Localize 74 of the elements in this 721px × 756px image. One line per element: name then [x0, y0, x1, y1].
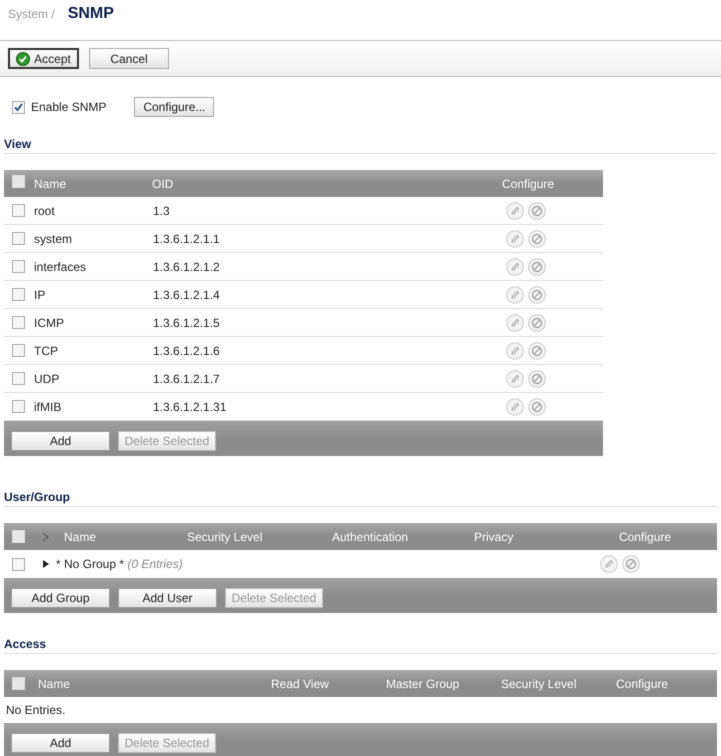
section-heading: User/Group	[4, 490, 70, 504]
checkbox[interactable]	[12, 558, 25, 570]
column-header: Name	[34, 176, 68, 192]
table-cell-text: 1.3.6.1.2.1.4	[153, 286, 221, 304]
table-cell-text: 1.3.6.1.2.1.31	[153, 398, 228, 416]
edit-icon[interactable]	[506, 342, 524, 360]
empty-message: No Entries.	[6, 702, 66, 719]
column-header: Name	[38, 676, 72, 692]
table-cell-text: 1.3.6.1.2.1.7	[153, 370, 221, 388]
page-title: SNMP	[68, 4, 114, 24]
delete-icon[interactable]	[528, 258, 546, 276]
button[interactable]: Accept	[8, 48, 79, 69]
table-cell-text: * No Group * (0 Entries)	[56, 556, 184, 573]
button[interactable]: Add User	[118, 588, 217, 608]
checkbox[interactable]	[12, 100, 25, 114]
delete-icon[interactable]	[528, 202, 546, 220]
delete-icon[interactable]	[528, 230, 546, 248]
column-header: Master Group	[386, 676, 460, 692]
checkbox[interactable]	[12, 372, 25, 385]
checkbox-label: Enable SNMP	[31, 99, 106, 116]
edit-icon[interactable]	[506, 230, 524, 248]
checkbox[interactable]	[12, 344, 25, 357]
edit-icon[interactable]	[506, 286, 524, 304]
table-cell-text: root	[34, 202, 56, 220]
button[interactable]: Cancel	[89, 48, 169, 69]
column-header: Configure	[502, 176, 554, 192]
delete-icon[interactable]	[528, 286, 546, 304]
table-cell-text: 1.3	[153, 202, 171, 220]
edit-icon[interactable]	[506, 370, 524, 388]
table-cell-text: ICMP	[34, 314, 65, 332]
button[interactable]: Add	[11, 733, 110, 753]
checkbox[interactable]	[12, 400, 25, 413]
section-heading: Access	[4, 637, 46, 651]
delete-icon[interactable]	[528, 342, 546, 360]
delete-icon[interactable]	[622, 555, 640, 573]
table-cell-text: UDP	[34, 370, 60, 388]
section-heading: View	[4, 137, 32, 151]
table-cell-text: interfaces	[34, 258, 88, 276]
delete-icon[interactable]	[528, 398, 546, 416]
edit-icon[interactable]	[506, 398, 524, 416]
column-header: Privacy	[474, 528, 514, 546]
column-header: Configure	[619, 528, 672, 546]
checkbox[interactable]	[12, 316, 25, 329]
table-cell-text: 1.3.6.1.2.1.1	[153, 230, 221, 248]
table-cell-text: TCP	[34, 342, 59, 360]
edit-icon[interactable]	[506, 314, 524, 332]
delete-icon[interactable]	[528, 370, 546, 388]
table-cell-text: 1.3.6.1.2.1.2	[153, 258, 221, 276]
checkbox[interactable]	[12, 260, 25, 273]
table-cell-text: ifMIB	[34, 398, 62, 416]
checkbox[interactable]	[12, 288, 25, 301]
column-header: Configure	[616, 676, 668, 692]
button[interactable]: Add Group	[11, 588, 110, 608]
edit-icon[interactable]	[506, 202, 524, 220]
column-header: Name	[64, 528, 98, 546]
checkbox[interactable]	[12, 232, 25, 245]
edit-icon[interactable]	[600, 555, 618, 573]
delete-icon[interactable]	[528, 314, 546, 332]
expand-icon[interactable]	[42, 559, 50, 569]
table-cell-text: 1.3.6.1.2.1.6	[153, 342, 221, 360]
check-icon	[16, 52, 30, 66]
table-cell-text: system	[34, 230, 74, 248]
checkbox[interactable]	[12, 204, 25, 217]
button[interactable]: Configure...	[134, 97, 214, 117]
column-header: OID	[152, 176, 174, 192]
column-header: Security Level	[501, 676, 578, 692]
breadcrumb: System /	[8, 6, 55, 23]
column-header: Security Level	[187, 528, 264, 546]
edit-icon[interactable]	[506, 258, 524, 276]
column-header: Authentication	[332, 528, 410, 546]
table-cell-text: IP	[34, 286, 46, 304]
table-cell-text: 1.3.6.1.2.1.5	[153, 314, 221, 332]
column-header: Read View	[271, 676, 330, 692]
button[interactable]: Add	[11, 431, 110, 451]
